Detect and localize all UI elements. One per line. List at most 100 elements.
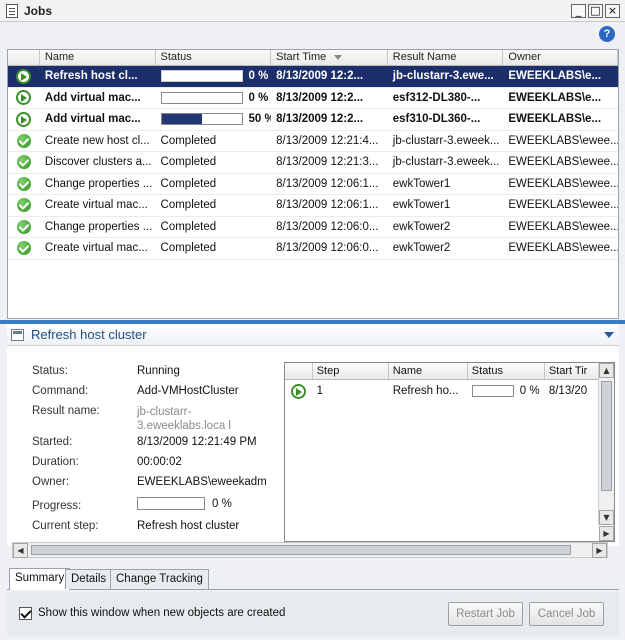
details-panel: Status: Running Command: Add-VMHostClust… <box>7 346 619 546</box>
steps-column-icon[interactable] <box>285 363 313 379</box>
job-icon-cell <box>8 198 40 213</box>
job-name: Change properties ... <box>44 220 153 233</box>
job-status: Completed <box>160 199 217 212</box>
table-row[interactable]: Change properties ... Completed 8/13/2009 … <box>8 174 618 195</box>
table-row[interactable]: Discover clusters a... Completed 8/13/2009… <box>8 152 618 174</box>
job-owner: EWEEKLABS\ewee... <box>508 220 619 233</box>
command-label: Command: <box>32 385 89 397</box>
duration-value: 00:00:02 <box>137 456 182 468</box>
column-header-start-time[interactable]: Start Time <box>271 50 388 65</box>
steps-grid: Step Name Status Start Tir 1 Refresh ho.… <box>284 362 615 542</box>
status-value: Running <box>137 365 180 377</box>
steps-vertical-scrollbar[interactable]: ▲ ▼ <box>598 363 614 525</box>
progress-value: 0 % <box>212 498 232 510</box>
scroll-right-icon[interactable]: ▶ <box>592 543 607 558</box>
job-icon-cell <box>8 133 40 148</box>
steps-hscroll-right-icon[interactable]: ▶ <box>599 526 614 541</box>
scroll-down-icon[interactable]: ▼ <box>599 510 614 525</box>
status-label: Status: <box>32 365 68 377</box>
scroll-thumb[interactable] <box>601 381 612 491</box>
step-row[interactable]: 1 Refresh ho... 0 % 8/13/20 <box>285 380 614 402</box>
collapse-arrow-icon[interactable] <box>604 332 614 338</box>
show-window-label[interactable]: Show this window when new objects are cr… <box>38 607 285 619</box>
result-name-value: jb-clustarr-3.eweeklabs.loca l <box>137 406 231 432</box>
job-progress-pct: 50 % <box>248 113 272 126</box>
window-title: Jobs <box>24 4 53 18</box>
job-owner: EWEEKLABS\ewee... <box>508 156 619 169</box>
jobs-app-icon <box>6 4 18 18</box>
job-result-name: jb-clustarr-3.eweek... <box>392 156 500 169</box>
owner-label: Owner: <box>32 476 70 488</box>
step-progress-bar <box>471 385 514 397</box>
job-status: 0 % <box>156 70 272 83</box>
footer-bar: Show this window when new objects are cr… <box>7 592 619 636</box>
tab-change-tracking[interactable]: Change Tracking <box>110 569 209 589</box>
job-start-time: 8/13/2009 12:06:0... <box>276 242 379 255</box>
job-start-time: 8/13/2009 12:2... <box>276 70 364 83</box>
minimize-button[interactable]: _ <box>571 4 586 18</box>
tab-summary[interactable]: Summary <box>9 568 71 590</box>
table-row[interactable]: Create virtual mac... Completed 8/13/2009 … <box>8 238 618 260</box>
steps-column-name[interactable]: Name <box>389 363 468 379</box>
jobs-grid-header: Name Status Start Time Result Name Owner <box>8 50 618 66</box>
duration-label: Duration: <box>32 456 79 468</box>
details-horizontal-scrollbar[interactable]: ◀ ▶ <box>12 542 608 558</box>
close-button[interactable]: × <box>605 4 620 18</box>
job-name: Change properties ... <box>44 177 153 190</box>
check-icon <box>16 176 31 191</box>
check-icon <box>16 241 31 256</box>
table-row[interactable]: Refresh host cl... 0 % 8/13/2009 12:2... jb… <box>8 66 618 88</box>
job-result-name: ewkTower2 <box>392 242 451 255</box>
scroll-left-icon[interactable]: ◀ <box>13 543 28 558</box>
step-name: Refresh ho... <box>392 385 459 397</box>
job-name: Discover clusters a... <box>44 156 152 169</box>
job-status: Completed <box>160 177 217 190</box>
job-status: 0 % <box>156 91 272 104</box>
column-header-status[interactable]: Status <box>156 50 272 65</box>
job-progress-bar <box>160 91 243 104</box>
started-label: Started: <box>32 436 73 448</box>
job-name: Add virtual mac... <box>44 91 141 104</box>
job-status: 50 % <box>156 113 272 126</box>
restore-button[interactable]: □ <box>588 4 603 18</box>
job-result-name: ewkTower1 <box>392 177 451 190</box>
result-name-label: Result name: <box>32 405 100 417</box>
details-header: Refresh host cluster <box>7 324 619 346</box>
column-header-owner[interactable]: Owner <box>503 50 618 65</box>
column-header-start-time-label: Start Time <box>276 51 327 63</box>
tab-details[interactable]: Details <box>65 569 113 589</box>
table-row[interactable]: Change properties ... Completed 8/13/2009 … <box>8 217 619 238</box>
cancel-job-button[interactable]: Cancel Job <box>529 602 604 626</box>
table-row[interactable]: Create virtual mac... Completed 8/13/2009 … <box>8 195 618 217</box>
column-header-name[interactable]: Name <box>40 50 156 65</box>
table-row[interactable]: Add virtual mac... 0 % 8/13/2009 12:2... es… <box>8 88 618 109</box>
current-step-value: Refresh host cluster <box>137 520 240 532</box>
job-result-name: esf310-DL360-... <box>392 113 481 126</box>
job-name: Add virtual mac... <box>44 113 141 126</box>
job-status: Completed <box>160 242 217 255</box>
job-icon-cell <box>8 155 40 170</box>
job-icon-cell <box>8 68 40 84</box>
table-row[interactable]: Add virtual mac... 50 % 8/13/2009 12:2... e… <box>8 109 618 131</box>
job-start-time: 8/13/2009 12:2... <box>276 91 364 104</box>
hscroll-thumb[interactable] <box>31 545 571 555</box>
steps-column-step[interactable]: Step <box>313 363 389 379</box>
show-window-checkbox[interactable] <box>19 607 32 620</box>
steps-column-status[interactable]: Status <box>468 363 545 379</box>
details-title: Refresh host cluster <box>31 327 147 342</box>
steps-grid-header: Step Name Status Start Tir <box>285 363 614 380</box>
help-icon[interactable]: ? <box>599 26 615 42</box>
job-icon-cell <box>8 90 40 106</box>
job-start-time: 8/13/2009 12:06:0... <box>276 220 379 233</box>
job-status: Completed <box>160 134 217 147</box>
job-icon-cell <box>8 219 40 234</box>
scroll-up-icon[interactable]: ▲ <box>599 363 614 378</box>
check-icon <box>16 133 31 148</box>
restart-job-button[interactable]: Restart Job <box>448 602 523 626</box>
column-header-icon[interactable] <box>8 50 40 65</box>
job-name: Create virtual mac... <box>44 242 148 255</box>
job-name: Create virtual mac... <box>44 199 148 212</box>
column-header-result-name[interactable]: Result Name <box>388 50 504 65</box>
table-row[interactable]: Create new host cl... Completed 8/13/2009 … <box>8 131 618 152</box>
progress-bar <box>137 497 205 510</box>
